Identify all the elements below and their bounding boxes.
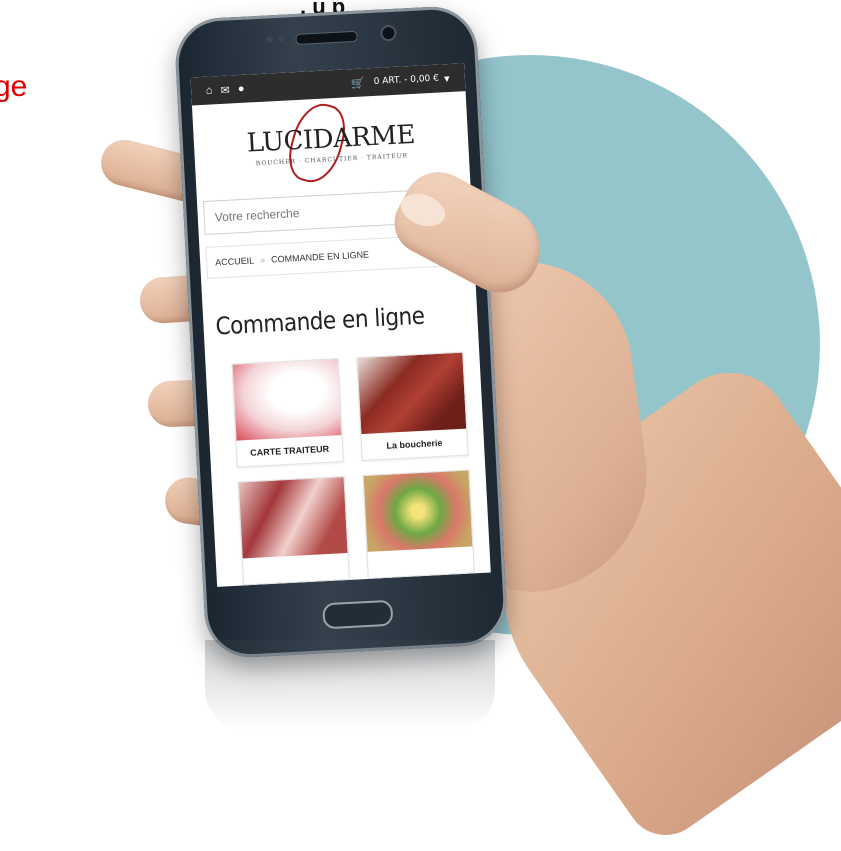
category-card-plateaux[interactable]: [362, 469, 475, 579]
category-image: [238, 477, 348, 559]
breadcrumb-current: COMMANDE EN LIGNE: [270, 249, 370, 265]
smartphone: ⌂ ✉ ● 🛒 0 ART. - 0,00 € ▾ LUCIDARME BOUC…: [173, 4, 509, 660]
earpiece-speaker: [295, 30, 358, 45]
left-heading-fragment: ge: [0, 70, 28, 103]
category-image: [232, 359, 342, 441]
front-camera: [380, 24, 397, 42]
sensor-dot: [266, 36, 273, 43]
page-title: Commande en ligne: [214, 301, 426, 341]
breadcrumb-home[interactable]: ACCUEIL: [215, 255, 254, 267]
breadcrumb-separator: »: [259, 254, 266, 266]
category-card-charcuterie[interactable]: [237, 476, 350, 586]
phone-reflection: [205, 640, 495, 730]
cart-icon[interactable]: 🛒: [349, 76, 366, 90]
category-card-boucherie[interactable]: La boucherie: [356, 351, 469, 462]
user-icon[interactable]: ●: [233, 82, 250, 95]
caret-down-icon[interactable]: ▾: [439, 71, 456, 85]
home-button[interactable]: [322, 599, 394, 630]
category-card-traiteur[interactable]: CARTE TRAITEUR: [231, 358, 344, 468]
phone-screen: ⌂ ✉ ● 🛒 0 ART. - 0,00 € ▾ LUCIDARME BOUC…: [190, 63, 491, 587]
envelope-icon[interactable]: ✉: [217, 83, 234, 97]
sensor-dot: [278, 35, 285, 42]
category-grid: CARTE TRAITEUR La boucherie: [231, 351, 475, 586]
category-image: [363, 470, 473, 552]
cart-summary[interactable]: 0 ART. - 0,00 €: [373, 74, 439, 87]
category-image: [357, 352, 467, 435]
home-icon[interactable]: ⌂: [201, 84, 218, 97]
